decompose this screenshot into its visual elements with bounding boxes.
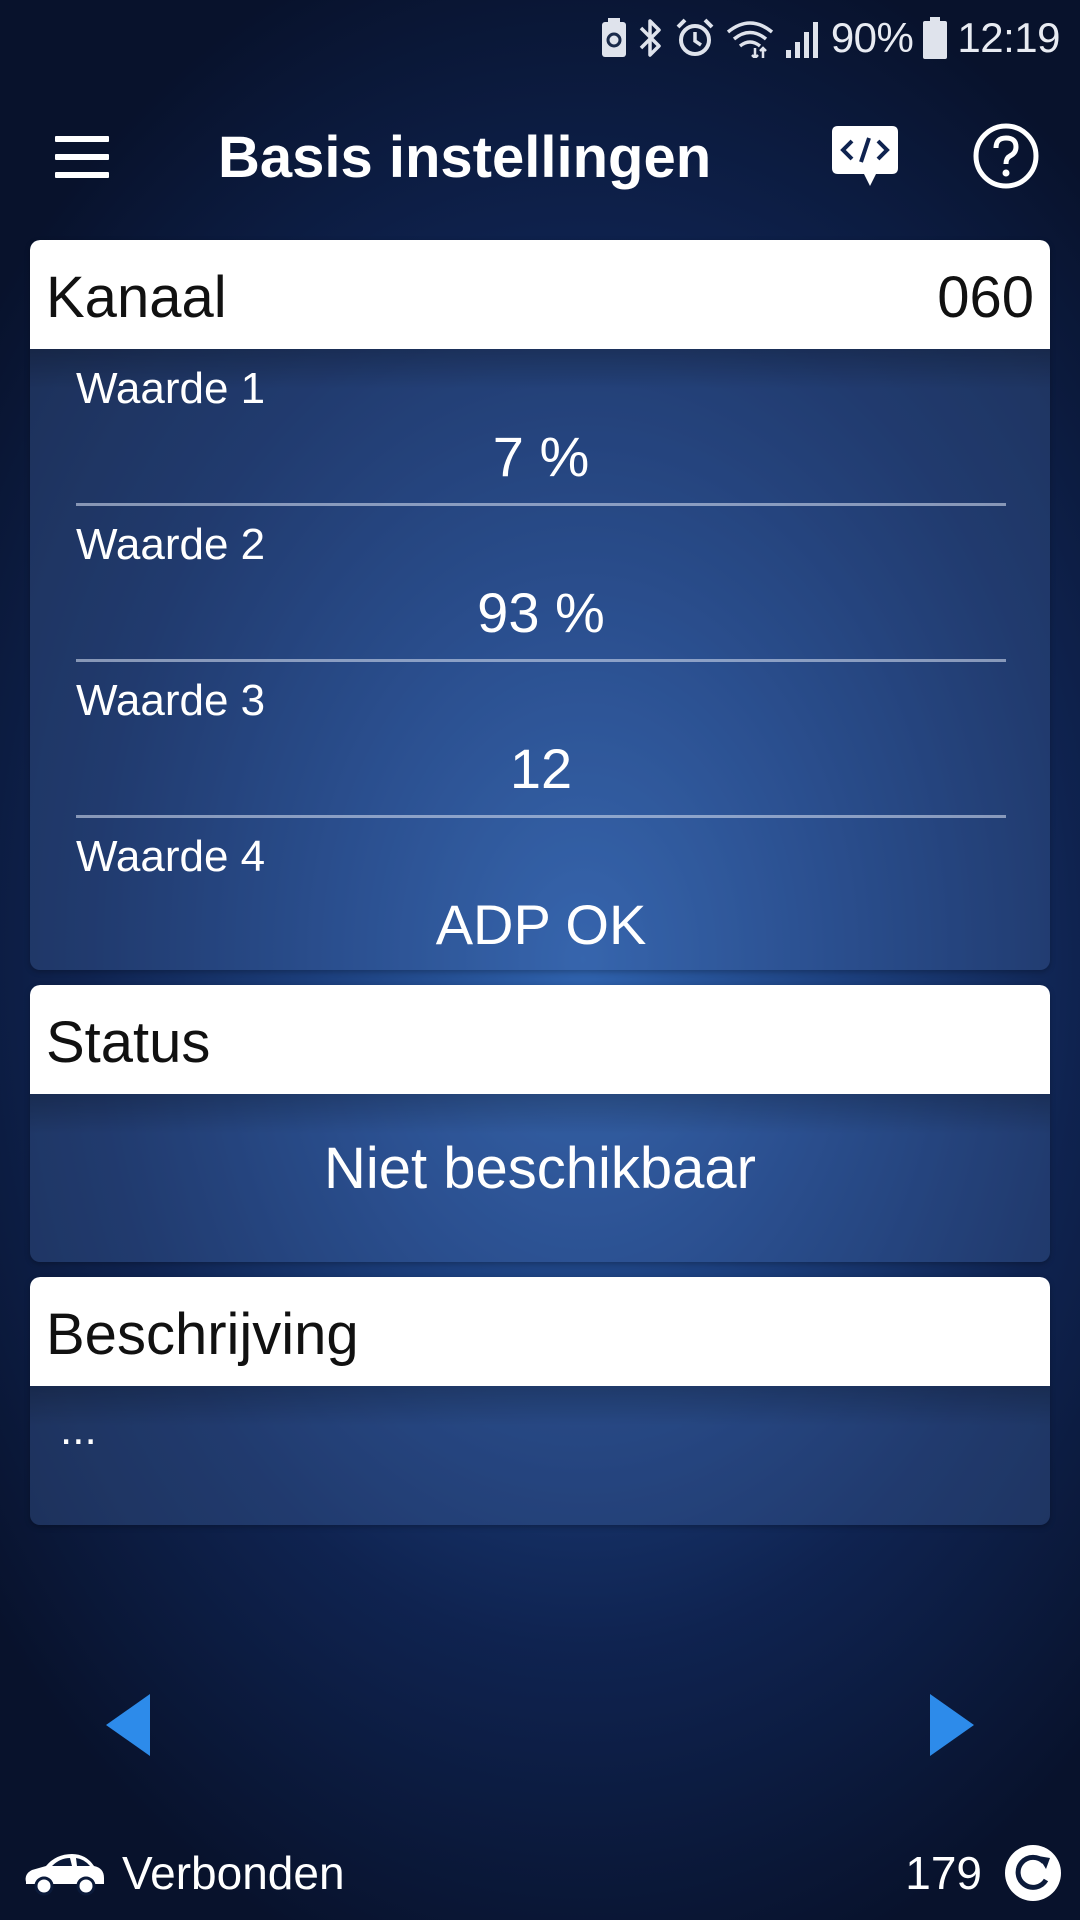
value-row-label: Waarde 2 [76, 520, 266, 569]
value-row-label: Waarde 4 [76, 832, 266, 881]
bluetooth-icon [637, 17, 665, 59]
previous-arrow-icon[interactable] [106, 1694, 150, 1756]
status-bar: 90% 12:19 [0, 0, 1080, 78]
description-label: Beschrijving [46, 1302, 359, 1367]
status-label: Status [46, 1010, 211, 1075]
code-chat-icon[interactable] [830, 124, 900, 188]
description-text: ... [60, 1405, 97, 1454]
kanaal-label: Kanaal [46, 265, 227, 330]
hamburger-menu-icon[interactable] [52, 132, 112, 182]
value-row: Waarde 2 93 % [76, 506, 1006, 662]
battery-saver-icon [601, 18, 627, 58]
value-row-value: ADP OK [435, 893, 647, 956]
battery-percent: 90% [830, 14, 914, 61]
kanaal-card: Kanaal 060 Waarde 1 7 % Waarde 2 93 % Wa… [30, 240, 1050, 970]
next-arrow-icon[interactable] [930, 1694, 974, 1756]
kanaal-value[interactable]: 060 [937, 264, 1034, 331]
alarm-icon [675, 17, 715, 59]
value-row-value: 12 [509, 737, 573, 800]
signal-icon [785, 18, 821, 58]
value-row-value: 7 % [492, 425, 590, 488]
counter-value: 179 [905, 1847, 982, 1899]
battery-icon [923, 17, 948, 59]
connection-status: Verbonden [122, 1847, 345, 1899]
value-row-value: 93 % [477, 581, 605, 644]
clock: 12:19 [957, 14, 1060, 61]
help-icon[interactable] [972, 122, 1040, 190]
status-icons: 90% 12:19 [601, 10, 1060, 66]
status-value: Niet beschikbaar [324, 1136, 756, 1201]
wifi-icon [725, 18, 775, 58]
value-row: Waarde 4 ADP OK [76, 818, 1006, 970]
status-header: Status [30, 985, 1050, 1094]
page-title: Basis instellingen [218, 125, 712, 190]
value-row-label: Waarde 3 [76, 676, 266, 725]
app-bar: Basis instellingen [0, 100, 1080, 218]
value-row-label: Waarde 1 [76, 364, 266, 413]
value-row: Waarde 1 7 % [76, 350, 1006, 506]
description-card: Beschrijving ... [30, 1277, 1050, 1525]
kanaal-header: Kanaal 060 [30, 240, 1050, 349]
car-icon [22, 1848, 106, 1896]
description-header: Beschrijving [30, 1277, 1050, 1386]
value-row: Waarde 3 12 [76, 662, 1006, 818]
status-card: Status Niet beschikbaar [30, 985, 1050, 1262]
refresh-icon[interactable] [1002, 1842, 1064, 1904]
